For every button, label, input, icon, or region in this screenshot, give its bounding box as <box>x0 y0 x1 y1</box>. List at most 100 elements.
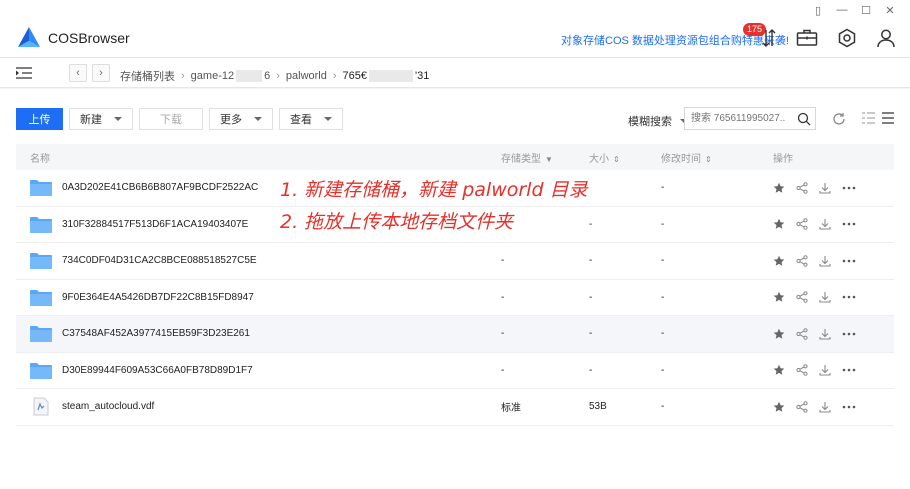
share-icon[interactable] <box>796 327 808 340</box>
list-view-icon[interactable] <box>862 112 894 124</box>
back-button[interactable]: ‹ <box>69 64 87 82</box>
star-icon[interactable] <box>773 182 785 194</box>
share-icon[interactable] <box>796 181 808 194</box>
window-controls: ▯ — ☐ ✕ <box>806 2 902 18</box>
more-icon[interactable] <box>842 405 856 409</box>
cell-name: 9F0E364E4A5426DB7DF22C8B15FD8947 <box>16 289 501 306</box>
minimize-button[interactable]: — <box>830 2 854 18</box>
toolbox-icon[interactable] <box>796 27 818 49</box>
breadcrumb-bucket[interactable]: game-12 6 <box>191 70 270 83</box>
folder-icon <box>30 216 52 233</box>
star-icon[interactable] <box>773 328 785 340</box>
more-icon[interactable] <box>842 368 856 372</box>
col-modified[interactable]: 修改时间 ⇕ <box>661 150 773 165</box>
file-browser-panel: 上传 新建 下载 更多 查看 模糊搜索 名称 存储类型 ▼ 大小 ⇕ 修改时间 ⇕ 操… <box>0 89 910 489</box>
star-icon[interactable] <box>773 218 785 230</box>
cell-ops <box>773 254 894 267</box>
view-button[interactable]: 查看 <box>279 108 343 130</box>
current-folder-tail: '31 <box>415 69 430 82</box>
item-name[interactable]: steam_autocloud.vdf <box>62 401 154 412</box>
cell-ops <box>773 327 894 340</box>
download-icon[interactable] <box>819 364 831 376</box>
cell-name: D30E89944F609A53C66A0FB78D89D1F7 <box>16 362 501 379</box>
cell-modified: - <box>661 218 665 230</box>
star-icon[interactable] <box>773 255 785 267</box>
forward-button[interactable]: › <box>92 64 110 82</box>
new-button[interactable]: 新建 <box>69 108 133 130</box>
settings-icon[interactable] <box>836 27 858 49</box>
download-icon[interactable] <box>819 182 831 194</box>
caret-down-icon <box>324 117 332 121</box>
cell-type: - <box>501 255 505 267</box>
sort-icon[interactable]: ⇕ <box>705 155 712 164</box>
item-name[interactable]: 734C0DF04D31CA2C8BCE088518527C5E <box>62 255 257 266</box>
search-icon[interactable] <box>797 112 811 126</box>
item-name[interactable]: C37548AF452A3977415EB59F3D23E261 <box>62 328 250 339</box>
view-label: 查看 <box>290 114 312 126</box>
cell-name: steam_autocloud.vdf <box>16 397 501 416</box>
star-icon[interactable] <box>773 401 785 413</box>
chevron-right-icon: › <box>181 70 185 82</box>
item-name[interactable]: 9F0E364E4A5426DB7DF22C8B15FD8947 <box>62 292 254 303</box>
cell-ops <box>773 181 894 194</box>
close-button[interactable]: ✕ <box>878 2 902 18</box>
col-size[interactable]: 大小 ⇕ <box>589 150 661 165</box>
breadcrumb-root[interactable]: 存储桶列表 <box>120 68 175 84</box>
filter-icon[interactable]: ▼ <box>545 155 553 164</box>
more-icon[interactable] <box>842 259 856 263</box>
sidebar-toggle-icon[interactable] <box>16 67 32 79</box>
table-header: 名称 存储类型 ▼ 大小 ⇕ 修改时间 ⇕ 操作 <box>16 144 894 170</box>
cell-name: C37548AF452A3977415EB59F3D23E261 <box>16 325 501 343</box>
download-icon[interactable] <box>819 255 831 267</box>
cell-modified: - <box>661 291 665 303</box>
sort-icon[interactable]: ⇕ <box>613 155 620 164</box>
col-modified-label: 修改时间 <box>661 153 701 165</box>
star-icon[interactable] <box>773 364 785 376</box>
more-button[interactable]: 更多 <box>209 108 273 130</box>
more-icon[interactable] <box>842 332 856 336</box>
user-icon[interactable] <box>875 27 897 49</box>
share-icon[interactable] <box>796 254 808 267</box>
current-folder: 765€ <box>342 69 368 82</box>
share-icon[interactable] <box>796 218 808 231</box>
breadcrumb-current: 765€ '31 <box>342 69 430 83</box>
cell-modified: - <box>661 182 665 194</box>
mobile-icon[interactable]: ▯ <box>806 2 830 18</box>
download-button[interactable]: 下载 <box>139 108 203 130</box>
upload-button[interactable]: 上传 <box>16 108 63 130</box>
breadcrumb: 存储桶列表 › game-12 6 › palworld › 765€ '31 <box>120 68 429 84</box>
search-mode-select[interactable]: 模糊搜索 <box>628 113 688 129</box>
item-name[interactable]: D30E89944F609A53C66A0FB78D89D1F7 <box>62 365 253 376</box>
folder-icon <box>30 180 52 197</box>
share-icon[interactable] <box>796 364 808 377</box>
col-type[interactable]: 存储类型 ▼ <box>501 150 589 165</box>
table-row[interactable]: steam_autocloud.vdf 标准 53B - <box>16 389 894 426</box>
more-icon[interactable] <box>842 186 856 190</box>
cell-modified: - <box>661 255 665 267</box>
share-icon[interactable] <box>796 400 808 413</box>
transfer-icon[interactable] <box>758 27 780 49</box>
table-row[interactable]: 734C0DF04D31CA2C8BCE088518527C5E - - - <box>16 243 894 280</box>
cell-type: 标准 <box>501 403 521 415</box>
table-row[interactable]: 9F0E364E4A5426DB7DF22C8B15FD8947 - - - <box>16 280 894 316</box>
download-icon[interactable] <box>819 401 831 413</box>
refresh-icon[interactable] <box>832 112 846 126</box>
breadcrumb-folder[interactable]: palworld <box>286 70 327 82</box>
cell-modified: - <box>661 401 665 413</box>
star-icon[interactable] <box>773 291 785 303</box>
item-name[interactable]: 310F32884517F513D6F1ACA19403407E <box>62 219 248 230</box>
share-icon[interactable] <box>796 291 808 304</box>
item-name[interactable]: 0A3D202E41CB6B6B807AF9BCDF2522AC <box>62 182 258 193</box>
folder-icon <box>30 253 52 270</box>
more-icon[interactable] <box>842 222 856 226</box>
table-row[interactable]: D30E89944F609A53C66A0FB78D89D1F7 - - - <box>16 353 894 389</box>
search-input[interactable] <box>685 108 785 129</box>
more-icon[interactable] <box>842 295 856 299</box>
cell-size: - <box>589 291 593 303</box>
maximize-button[interactable]: ☐ <box>854 2 878 18</box>
table-row[interactable]: C37548AF452A3977415EB59F3D23E261 - - - <box>16 316 894 353</box>
download-icon[interactable] <box>819 218 831 230</box>
download-icon[interactable] <box>819 328 831 340</box>
caret-down-icon <box>254 117 262 121</box>
download-icon[interactable] <box>819 291 831 303</box>
